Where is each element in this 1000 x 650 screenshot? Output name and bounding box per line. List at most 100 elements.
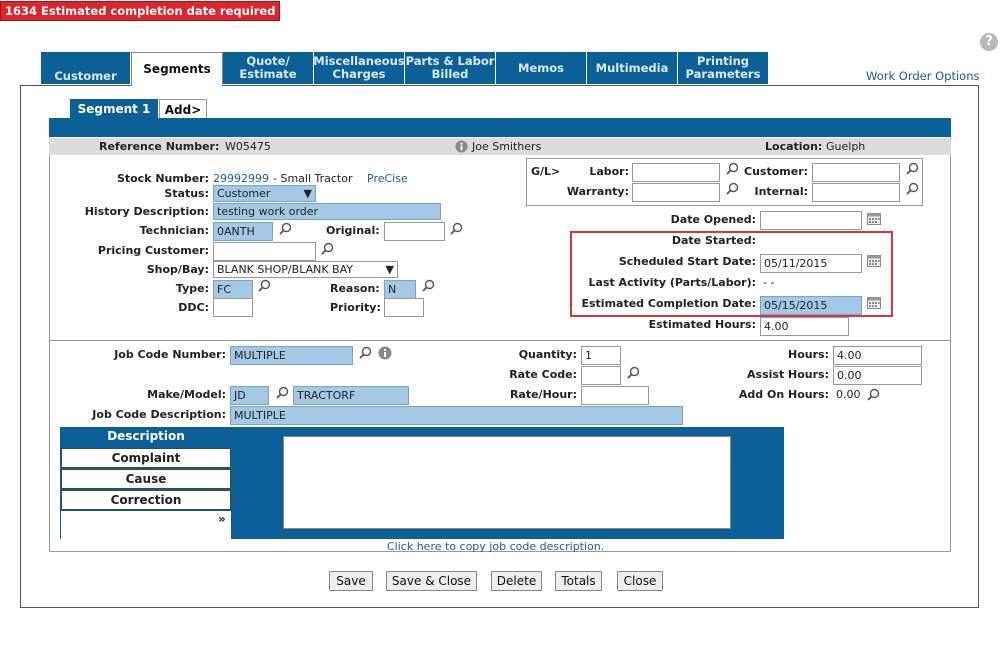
scheduled-start-calendar-icon[interactable]: [867, 254, 881, 267]
job-code-search-icon[interactable]: [359, 346, 372, 359]
stock-number-label: Stock Number:: [116, 172, 209, 185]
tab-parts-labor-billed[interactable]: Parts & Labor Billed: [405, 52, 496, 84]
ddc-input[interactable]: [213, 298, 253, 317]
shop-bay-label: Shop/Bay:: [146, 263, 209, 276]
rate-hour-label: Rate/Hour:: [509, 388, 577, 401]
job-code-input[interactable]: MULTIPLE: [230, 346, 353, 365]
add-on-hours-search-icon[interactable]: [867, 388, 880, 401]
cause-button[interactable]: Cause: [61, 469, 231, 489]
quantity-input[interactable]: 1: [581, 346, 621, 365]
date-opened-calendar-icon[interactable]: [867, 212, 881, 225]
work-order-options-link[interactable]: Work Order Options: [866, 69, 979, 83]
job-code-info-icon[interactable]: [378, 346, 392, 360]
tab-miscellaneous-charges[interactable]: Miscellaneous Charges: [313, 52, 405, 84]
model-input[interactable]: TRACTORF: [293, 386, 409, 405]
est-completion-input[interactable]: 05/15/2015: [760, 296, 862, 315]
scheduled-start-input[interactable]: 05/11/2015: [760, 254, 862, 273]
gl-customer-search-icon[interactable]: [906, 162, 919, 175]
close-button[interactable]: Close: [617, 571, 663, 591]
totals-button[interactable]: Totals: [555, 571, 602, 591]
priority-label: Priority:: [330, 301, 381, 314]
shop-bay-value: BLANK SHOP/BLANK BAY: [217, 263, 353, 276]
rate-code-search-icon[interactable]: [627, 366, 640, 379]
est-hours-input[interactable]: 4.00: [760, 317, 849, 336]
reference-number-value: W05475: [225, 140, 271, 153]
add-on-hours-label: Add On Hours:: [738, 388, 829, 401]
type-search-icon[interactable]: [258, 279, 271, 292]
help-icon[interactable]: ?: [980, 33, 998, 51]
gl-customer-input[interactable]: [812, 163, 900, 182]
labor-input[interactable]: [632, 163, 720, 182]
warranty-input[interactable]: [632, 183, 720, 202]
location-label: Location:: [765, 140, 823, 153]
segment-header-bar: [49, 118, 951, 137]
segment-1-tab[interactable]: Segment 1: [70, 99, 158, 119]
tab-memos[interactable]: Memos: [496, 52, 587, 84]
technician-search-icon[interactable]: [279, 222, 292, 235]
priority-input[interactable]: [384, 298, 424, 317]
status-value: Customer: [217, 187, 271, 200]
assigned-person: Joe Smithers: [472, 140, 542, 153]
precise-link[interactable]: PreCise: [367, 172, 408, 185]
est-completion-calendar-icon[interactable]: [867, 296, 881, 309]
internal-input[interactable]: [812, 183, 900, 202]
gl-label: G/L>: [531, 165, 561, 178]
tab-customer[interactable]: Customer: [41, 52, 131, 84]
tab-printing-parameters[interactable]: Printing Parameters: [678, 52, 769, 84]
save-button[interactable]: Save: [329, 571, 373, 591]
add-on-hours-value: 0.00: [836, 388, 861, 401]
add-segment-tab[interactable]: Add>: [159, 99, 207, 119]
hours-input[interactable]: 4.00: [833, 346, 922, 365]
original-input[interactable]: [384, 222, 445, 241]
tab-multimedia[interactable]: Multimedia: [587, 52, 678, 84]
reference-number-label: Reference Number:: [99, 140, 220, 153]
pricing-customer-search-icon[interactable]: [321, 242, 334, 255]
history-description-label: History Description:: [84, 205, 209, 218]
date-opened-input[interactable]: [760, 211, 862, 230]
job-code-description-input[interactable]: MULTIPLE: [230, 406, 683, 425]
save-close-button[interactable]: Save & Close: [386, 571, 477, 591]
original-search-icon[interactable]: [450, 222, 463, 235]
technician-input[interactable]: 0ANTH: [213, 222, 273, 241]
internal-search-icon[interactable]: [906, 182, 919, 195]
est-hours-label: Estimated Hours:: [648, 318, 756, 331]
assist-hours-input[interactable]: 0.00: [833, 366, 922, 385]
quantity-label: Quantity:: [518, 348, 577, 361]
make-input[interactable]: JD: [230, 386, 269, 405]
delete-button[interactable]: Delete: [491, 571, 542, 591]
reason-search-icon[interactable]: [422, 279, 435, 292]
copy-job-code-description-link[interactable]: Click here to copy job code description.: [387, 540, 604, 553]
ddc-label: DDC:: [178, 301, 209, 314]
stock-description: - Small Tractor: [273, 172, 353, 185]
warranty-search-icon[interactable]: [726, 182, 739, 195]
rate-hour-input[interactable]: [581, 386, 649, 405]
shop-bay-select[interactable]: BLANK SHOP/BLANK BAY ▼: [213, 261, 398, 278]
expand-icon[interactable]: »: [218, 512, 226, 526]
gl-customer-label: Customer:: [744, 165, 809, 178]
make-model-label: Make/Model:: [147, 388, 226, 401]
rate-code-input[interactable]: [581, 366, 621, 385]
stock-number-link[interactable]: 29992999: [213, 172, 269, 185]
labor-search-icon[interactable]: [726, 162, 739, 175]
description-textarea[interactable]: [283, 436, 731, 529]
rate-code-label: Rate Code:: [509, 368, 577, 381]
correction-button[interactable]: Correction: [61, 490, 231, 510]
description-header: Description: [107, 429, 185, 443]
error-banner: 1634 Estimated completion date required: [0, 1, 281, 21]
chevron-down-icon: ▼: [303, 187, 312, 200]
history-description-input[interactable]: testing work order: [213, 203, 441, 220]
tab-quote-estimate[interactable]: Quote/ Estimate: [223, 52, 314, 84]
technician-label: Technician:: [139, 224, 209, 237]
make-search-icon[interactable]: [276, 386, 289, 399]
complaint-button[interactable]: Complaint: [61, 448, 231, 468]
status-select[interactable]: Customer ▼: [213, 185, 316, 202]
pricing-customer-label: Pricing Customer:: [97, 244, 209, 257]
tab-segments[interactable]: Segments: [131, 52, 223, 86]
type-input[interactable]: FC: [213, 280, 253, 299]
last-activity-label: Last Activity (Parts/Labor):: [588, 276, 756, 289]
pricing-customer-input[interactable]: [213, 242, 316, 261]
info-icon[interactable]: [455, 140, 468, 153]
hours-label: Hours:: [788, 348, 829, 361]
reason-label: Reason:: [330, 282, 380, 295]
reason-input[interactable]: N: [384, 280, 416, 299]
